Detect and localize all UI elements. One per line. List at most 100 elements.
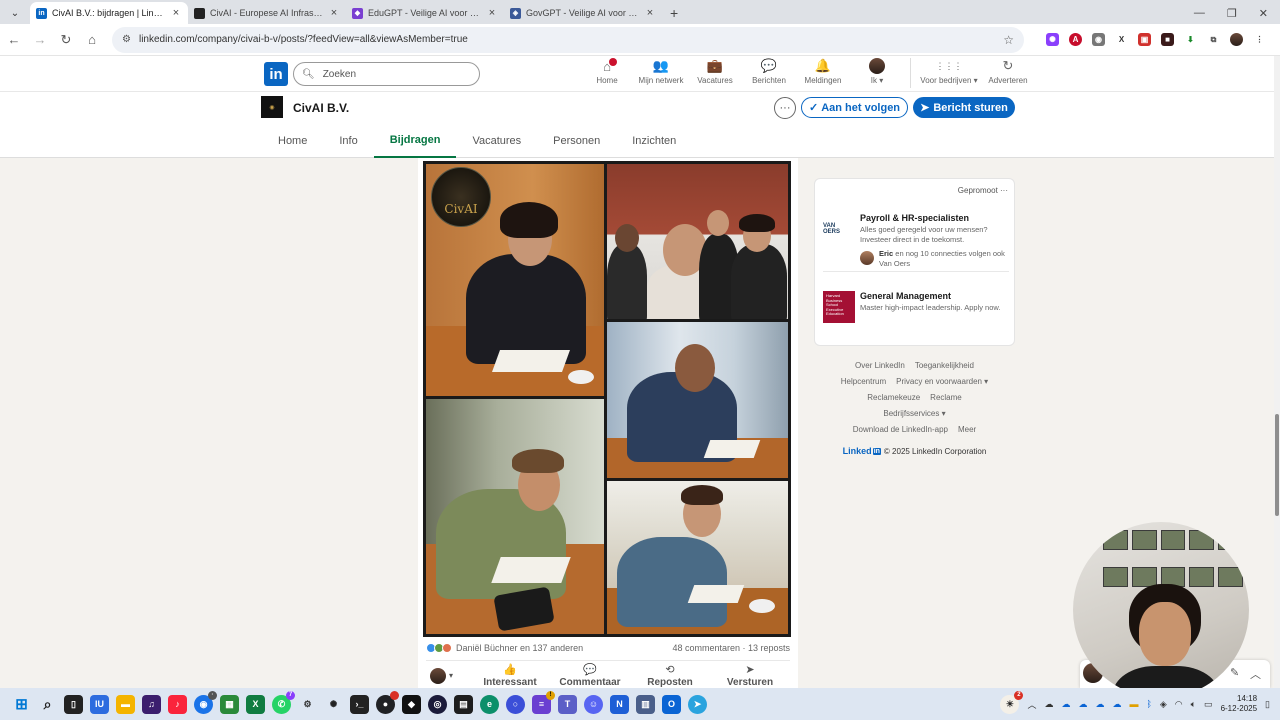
browser-tab-3[interactable]: ◆ EduGPT - Veilige AI voor het Ond × <box>346 2 504 24</box>
search-icon[interactable]: ⌕ <box>38 695 57 714</box>
app-alert-icon[interactable]: ≡! <box>532 690 555 714</box>
more-options-button[interactable]: ··· <box>774 97 796 119</box>
close-tab-icon[interactable]: × <box>486 7 498 19</box>
reaction-icons[interactable] <box>426 643 452 653</box>
app-tray-icon[interactable]: ◈ <box>1160 699 1167 710</box>
footer-link[interactable]: Over LinkedIn <box>855 358 905 374</box>
nav-business[interactable]: ⋮⋮⋮ Voor bedrijven ▾ <box>917 58 981 88</box>
extension-download-icon[interactable]: ⬇ <box>1184 33 1197 46</box>
chevron-up-icon[interactable]: ︿ <box>1250 666 1261 682</box>
actor-switcher[interactable]: ▾ <box>426 667 470 684</box>
onedrive-icon[interactable]: ☁ <box>1078 699 1087 710</box>
close-window-icon[interactable]: ✕ <box>1259 7 1268 20</box>
tab-info[interactable]: Info <box>323 124 373 158</box>
nav-home[interactable]: ⌂ Home <box>580 58 634 88</box>
terminal-icon[interactable]: ›_ <box>350 694 369 714</box>
ad-item-van-oers[interactable]: VAN OERS Payroll & HR-specialisten Alles… <box>823 213 1009 269</box>
maximize-icon[interactable]: ❐ <box>1227 7 1237 20</box>
folder-icon[interactable]: ▬ <box>1129 699 1138 709</box>
footer-link[interactable]: Reclamekeuze <box>867 390 920 406</box>
tab-insights[interactable]: Inzichten <box>616 124 692 158</box>
footer-link[interactable]: Bedrijfsservices ▾ <box>883 406 945 422</box>
extension-purple-icon[interactable]: ✺ <box>1046 33 1059 46</box>
headphones-icon[interactable]: ♫ <box>142 694 161 714</box>
chrome-icon[interactable]: ◉ · <box>194 690 217 714</box>
extension-red-icon[interactable]: ▣ <box>1138 33 1151 46</box>
show-hidden-icons[interactable]: ︿ <box>1027 698 1036 711</box>
ad-item-hbs[interactable]: Harvard Business School Executive Educat… <box>823 291 1009 331</box>
nav-me[interactable]: Ik ▾ <box>850 58 904 88</box>
scrollbar-thumb[interactable] <box>1275 414 1279 516</box>
back-icon[interactable]: ← <box>2 28 26 52</box>
bookmark-star-icon[interactable]: ☆ <box>1003 33 1014 47</box>
company-name[interactable]: CivAI B.V. <box>293 101 349 115</box>
nav-notifications[interactable]: 🔔 Meldingen <box>796 58 850 88</box>
compose-icon[interactable]: ✎ <box>1230 666 1239 679</box>
linkedin-logo-icon[interactable]: in <box>264 62 288 86</box>
extensions-puzzle-icon[interactable]: ⧉ <box>1207 33 1220 46</box>
volume-icon[interactable]: 🔈︎ <box>1191 699 1196 710</box>
teams-icon[interactable]: T <box>558 694 577 714</box>
app-green-icon[interactable]: ▦ <box>220 694 239 714</box>
tab-people[interactable]: Personen <box>537 124 616 158</box>
nav-messaging[interactable]: 💬 Berichten <box>742 58 796 88</box>
browser-dark-icon[interactable]: ● <box>376 690 399 714</box>
onedrive-icon[interactable]: ☁ <box>1112 699 1121 710</box>
forward-icon[interactable]: → <box>28 28 52 52</box>
nav-advertise[interactable]: ↻ Adverteren <box>981 58 1035 88</box>
profile-avatar-icon[interactable] <box>1230 33 1243 46</box>
whatsapp-icon[interactable]: ✆ 7 <box>272 690 295 714</box>
footer-link[interactable]: Privacy en voorwaarden ▾ <box>896 374 988 390</box>
wifi-icon[interactable]: ◠ <box>1175 699 1183 710</box>
search-input[interactable]: 🔍︎ Zoeken <box>293 62 480 86</box>
footer-link[interactable]: Toegankelijkheid <box>915 358 974 374</box>
weather-widget-icon[interactable]: ☀ 2 <box>1000 690 1024 714</box>
comments-reposts-count[interactable]: 48 commentaren · 13 reposts <box>672 643 790 653</box>
cloud-icon[interactable]: ☁ <box>1044 699 1053 710</box>
telegram-icon[interactable]: ➤ <box>688 694 707 714</box>
tab-posts[interactable]: Bijdragen <box>373 124 457 158</box>
home-icon[interactable]: ⌂ <box>80 28 104 52</box>
task-view-icon[interactable]: ▯ <box>64 694 83 714</box>
excel-icon[interactable]: X <box>246 694 265 714</box>
browser-tab-2[interactable]: CivAI - Europese AI Infrastructu × <box>188 2 346 24</box>
notion-icon[interactable]: N <box>610 694 629 714</box>
comment-button[interactable]: 💬 Commentaar <box>550 663 630 688</box>
tab-jobs[interactable]: Vacatures <box>456 124 537 158</box>
browser-menu-icon[interactable]: ⋮ <box>1253 33 1266 46</box>
browser-tab-4[interactable]: ◈ GovGPT - Veilige AI voor de Ned × <box>504 2 662 24</box>
close-tab-icon[interactable]: × <box>328 7 340 19</box>
footer-link[interactable]: Reclame <box>930 390 962 406</box>
bluetooth-icon[interactable]: ᛒ <box>1146 699 1151 709</box>
app-black-icon[interactable]: ◆ <box>402 694 421 714</box>
minimize-icon[interactable]: — <box>1194 7 1205 19</box>
windows-start-icon[interactable]: ⊞ <box>12 695 31 714</box>
new-tab-icon[interactable]: + <box>662 2 686 24</box>
send-message-button[interactable]: ➤ Bericht sturen <box>913 97 1015 118</box>
footer-link[interactable]: Helpcentrum <box>841 374 886 390</box>
edge-icon[interactable]: e <box>480 694 499 714</box>
system-clock[interactable]: 14:18 6-12-2025 <box>1221 694 1257 714</box>
notifications-icon[interactable]: ▯ <box>1265 699 1270 710</box>
company-logo[interactable]: ◉ <box>261 96 283 118</box>
browser-tab-1[interactable]: in CivAI B.V.: bijdragen | LinkedIn × <box>30 2 188 24</box>
music-icon[interactable]: ♪ <box>168 694 187 714</box>
vscode-icon[interactable]: ▤ <box>454 694 473 714</box>
app-blue-icon[interactable]: IU <box>90 694 109 714</box>
repost-button[interactable]: ⟲ Reposten <box>630 663 710 688</box>
reload-icon[interactable]: ↻ <box>54 28 78 52</box>
app-panel-icon[interactable]: ▥ <box>636 694 655 714</box>
extension-x-icon[interactable]: X <box>1115 33 1128 46</box>
file-explorer-icon[interactable]: ▬ <box>116 694 135 714</box>
close-tab-icon[interactable]: × <box>644 7 656 19</box>
onedrive-icon[interactable]: ☁ <box>1061 699 1070 710</box>
chatgpt-icon[interactable]: ✺ <box>324 695 343 714</box>
nav-network[interactable]: 👥 Mijn netwerk <box>634 58 688 88</box>
app-circle-icon[interactable]: ◎ <box>428 694 447 714</box>
post-image-collage[interactable]: CivAI <box>423 161 791 637</box>
page-scrollbar[interactable] <box>1274 56 1280 688</box>
tab-search-chevron-icon[interactable]: ⌄ <box>4 2 26 24</box>
following-button[interactable]: ✓ Aan het volgen <box>801 97 908 118</box>
promoted-label[interactable]: Gepromoot ··· <box>958 186 1008 195</box>
footer-link[interactable]: Download de LinkedIn-app <box>853 422 948 438</box>
